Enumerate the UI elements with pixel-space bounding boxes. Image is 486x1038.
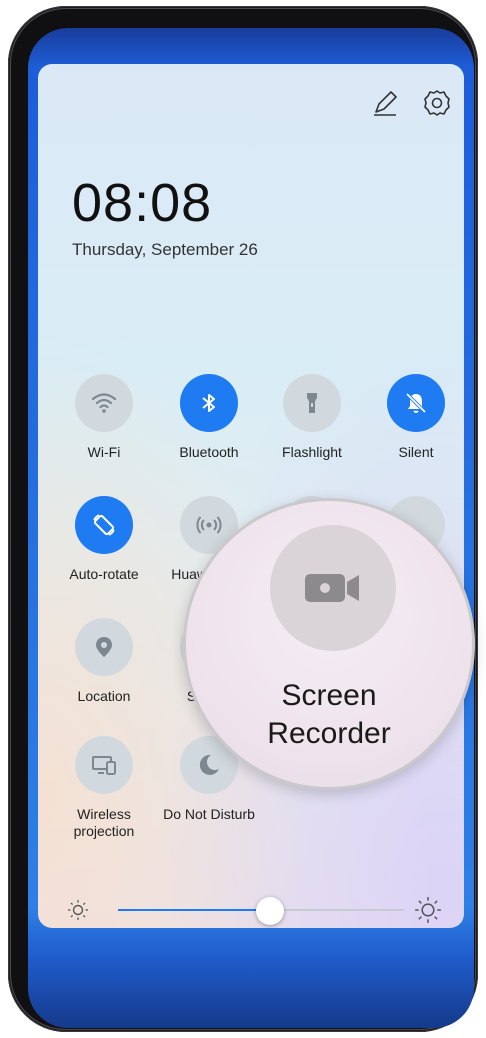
wifi-button[interactable] bbox=[75, 374, 133, 432]
video-camera-icon bbox=[305, 574, 359, 602]
tile-wireless-projection[interactable]: Wireless projection bbox=[54, 736, 154, 840]
clock-time: 08:08 bbox=[72, 173, 213, 233]
flashlight-icon bbox=[307, 393, 317, 413]
wireless-projection-button[interactable] bbox=[75, 736, 133, 794]
brightness-slider[interactable] bbox=[38, 892, 464, 928]
sun-high-icon bbox=[415, 897, 441, 923]
control-panel: 08:08 Thursday, September 26 Wi-Fi Bluet… bbox=[38, 64, 464, 928]
screen-recorder-label-line2: Recorder bbox=[267, 717, 391, 750]
tile-label: Wi-Fi bbox=[87, 444, 121, 460]
moon-icon bbox=[199, 754, 219, 775]
tile-label: Bluetooth bbox=[179, 444, 239, 460]
sun-low-icon bbox=[68, 900, 88, 920]
tile-label: Location bbox=[77, 688, 131, 704]
phone-frame: 08:08 Thursday, September 26 Wi-Fi Bluet… bbox=[8, 6, 478, 1032]
edit-icon[interactable] bbox=[370, 88, 400, 118]
tile-silent[interactable]: Silent bbox=[366, 374, 464, 461]
tile-label: Auto-rotate bbox=[69, 566, 139, 582]
tile-location[interactable]: Location bbox=[54, 618, 154, 705]
flashlight-button[interactable] bbox=[283, 374, 341, 432]
brightness-fill bbox=[118, 909, 270, 911]
tile-label: Wireless projection bbox=[73, 806, 135, 839]
bluetooth-icon bbox=[202, 394, 215, 412]
huawei-share-icon bbox=[196, 516, 222, 534]
tile-wifi[interactable]: Wi-Fi bbox=[54, 374, 154, 461]
tile-flashlight[interactable]: Flashlight bbox=[262, 374, 362, 461]
location-button[interactable] bbox=[75, 618, 133, 676]
silent-button[interactable] bbox=[387, 374, 445, 432]
tile-auto-rotate[interactable]: Auto-rotate bbox=[54, 496, 154, 583]
bell-off-icon bbox=[405, 392, 427, 414]
wifi-icon bbox=[91, 393, 117, 413]
clock-date: Thursday, September 26 bbox=[72, 240, 258, 259]
wireless-projection-icon bbox=[92, 756, 116, 775]
screen-recorder-button[interactable] bbox=[270, 525, 396, 651]
screen-recorder-label-line1: Screen bbox=[281, 679, 377, 712]
auto-rotate-icon bbox=[93, 514, 115, 536]
screen-recorder-callout[interactable]: Screen Recorder bbox=[183, 498, 475, 790]
tile-label: Do Not Disturb bbox=[163, 806, 255, 822]
tile-bluetooth[interactable]: Bluetooth bbox=[159, 374, 259, 461]
tile-label: Flashlight bbox=[282, 444, 342, 460]
gear-icon[interactable] bbox=[422, 88, 452, 118]
brightness-knob[interactable] bbox=[255, 897, 284, 925]
bluetooth-button[interactable] bbox=[180, 374, 238, 432]
auto-rotate-button[interactable] bbox=[75, 496, 133, 554]
tile-label: Silent bbox=[398, 444, 434, 460]
location-pin-icon bbox=[96, 637, 112, 657]
